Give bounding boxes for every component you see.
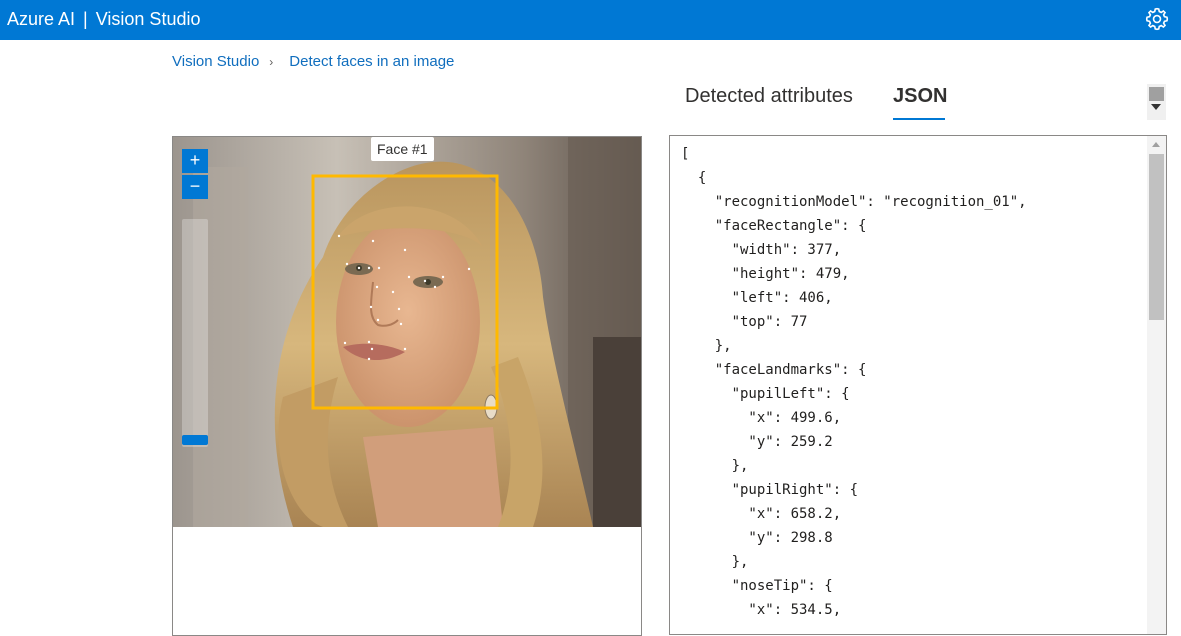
scroll-up-icon[interactable]	[1152, 142, 1160, 147]
json-line: "x": 534.5,	[681, 602, 842, 618]
tab-detected-attributes[interactable]: Detected attributes	[685, 83, 853, 109]
image-viewer: + −	[172, 136, 642, 636]
face-photo	[173, 137, 641, 527]
face-label: Face #1	[371, 137, 434, 161]
chevron-right-icon: ›	[269, 55, 274, 69]
json-line: },	[681, 338, 732, 354]
json-line: "height": 479,	[681, 266, 850, 282]
page-scrollbar-thumb[interactable]	[1149, 87, 1164, 101]
zoom-out-button[interactable]: −	[182, 175, 208, 199]
breadcrumb-vision-studio[interactable]: Vision Studio	[172, 53, 259, 70]
breadcrumb: Vision Studio › Detect faces in an image	[172, 52, 454, 72]
gear-icon[interactable]	[1144, 6, 1170, 32]
json-line: "recognitionModel": "recognition_01",	[681, 194, 1027, 210]
json-line: "top": 77	[681, 314, 808, 330]
breadcrumb-detect-faces[interactable]: Detect faces in an image	[289, 53, 454, 70]
scroll-down-icon[interactable]	[1151, 104, 1161, 110]
json-line: "faceLandmarks": {	[681, 362, 867, 378]
zoom-slider-track[interactable]	[182, 219, 208, 447]
app-brand[interactable]: Azure AI | Vision Studio	[7, 8, 200, 30]
brand-separator: |	[83, 9, 88, 29]
brand-vision-studio: Vision Studio	[95, 9, 201, 29]
json-line: },	[681, 458, 749, 474]
json-line: "y": 298.8	[681, 530, 833, 546]
zoom-in-button[interactable]: +	[182, 149, 208, 173]
json-line: {	[681, 170, 707, 186]
json-line: "left": 406,	[681, 290, 833, 306]
json-line: "width": 377,	[681, 242, 842, 258]
json-line: "x": 658.2,	[681, 506, 842, 522]
brand-azure-ai: Azure AI	[7, 9, 76, 29]
tab-json[interactable]: JSON	[893, 83, 947, 109]
json-output-panel: [ { "recognitionModel": "recognition_01"…	[669, 135, 1167, 635]
json-line: "x": 499.6,	[681, 410, 842, 426]
json-line: "faceRectangle": {	[681, 218, 867, 234]
json-line: "y": 259.2	[681, 434, 833, 450]
page-scrollbar[interactable]	[1147, 84, 1166, 120]
json-line: "noseTip": {	[681, 578, 833, 594]
json-scrollbar-thumb[interactable]	[1149, 154, 1164, 320]
zoom-slider-handle[interactable]	[182, 435, 208, 445]
json-output[interactable]: [ { "recognitionModel": "recognition_01"…	[681, 142, 1027, 622]
json-line: "pupilRight": {	[681, 482, 859, 498]
json-line: [	[681, 146, 690, 162]
json-line: },	[681, 554, 749, 570]
json-line: "pupilLeft": {	[681, 386, 850, 402]
json-scrollbar[interactable]	[1147, 136, 1166, 634]
active-tab-indicator	[893, 118, 945, 120]
top-bar: Azure AI | Vision Studio	[0, 0, 1181, 40]
